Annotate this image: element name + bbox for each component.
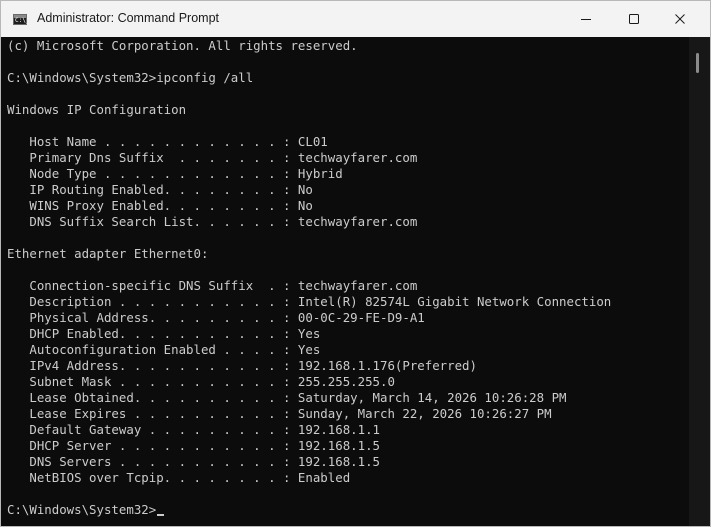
console-line: DHCP Enabled. . . . . . . . . . . : Yes [7, 326, 321, 341]
console-line: Description . . . . . . . . . . . : Inte… [7, 294, 612, 309]
console-line: (c) Microsoft Corporation. All rights re… [7, 38, 358, 53]
console-line: DHCP Server . . . . . . . . . . . : 192.… [7, 438, 380, 453]
console-line: DNS Servers . . . . . . . . . . . : 192.… [7, 454, 380, 469]
console-line: Ethernet adapter Ethernet0: [7, 246, 209, 261]
console-line: C:\Windows\System32>ipconfig /all [7, 70, 254, 85]
console-line: Physical Address. . . . . . . . . : 00-0… [7, 310, 425, 325]
console-line: Node Type . . . . . . . . . . . . : Hybr… [7, 166, 343, 181]
window-title: Administrator: Command Prompt [37, 11, 220, 25]
console-line: Default Gateway . . . . . . . . . : 192.… [7, 422, 380, 437]
minimize-icon [581, 19, 591, 20]
console-line: IP Routing Enabled. . . . . . . . : No [7, 182, 313, 197]
text-cursor [157, 514, 165, 516]
console-line: Autoconfiguration Enabled . . . . : Yes [7, 342, 321, 357]
console-line: DNS Suffix Search List. . . . . . : tech… [7, 214, 418, 229]
console-line: Host Name . . . . . . . . . . . . : CL01 [7, 134, 328, 149]
cmd-icon[interactable]: C:\_ [13, 14, 30, 25]
title-bar[interactable]: C:\_ Administrator: Command Prompt [1, 1, 710, 37]
console-output[interactable]: (c) Microsoft Corporation. All rights re… [1, 37, 689, 526]
console-line: Lease Expires . . . . . . . . . . : Sund… [7, 406, 552, 421]
console-line: Subnet Mask . . . . . . . . . . . : 255.… [7, 374, 395, 389]
prompt-line[interactable]: C:\Windows\System32> [7, 502, 165, 518]
vertical-scrollbar[interactable] [689, 37, 710, 526]
console-line: NetBIOS over Tcpip. . . . . . . . : Enab… [7, 470, 351, 485]
close-button[interactable] [657, 1, 703, 37]
maximize-icon [629, 14, 639, 24]
console-line: Lease Obtained. . . . . . . . . . : Satu… [7, 390, 567, 405]
console-line: WINS Proxy Enabled. . . . . . . . : No [7, 198, 313, 213]
console-line: Connection-specific DNS Suffix . : techw… [7, 278, 418, 293]
minimize-button[interactable] [563, 1, 609, 37]
console-line: Primary Dns Suffix . . . . . . . : techw… [7, 150, 418, 165]
console-line: IPv4 Address. . . . . . . . . . . : 192.… [7, 358, 477, 373]
maximize-button[interactable] [611, 1, 657, 37]
close-icon [675, 14, 685, 24]
command-prompt-window: C:\_ Administrator: Command Prompt (c) M… [0, 0, 711, 527]
command-prompt: C:\Windows\System32> [7, 502, 157, 517]
scrollbar-thumb[interactable] [696, 53, 699, 73]
cmd-icon-prompt: C:\_ [15, 17, 30, 24]
console-line: Windows IP Configuration [7, 102, 187, 117]
